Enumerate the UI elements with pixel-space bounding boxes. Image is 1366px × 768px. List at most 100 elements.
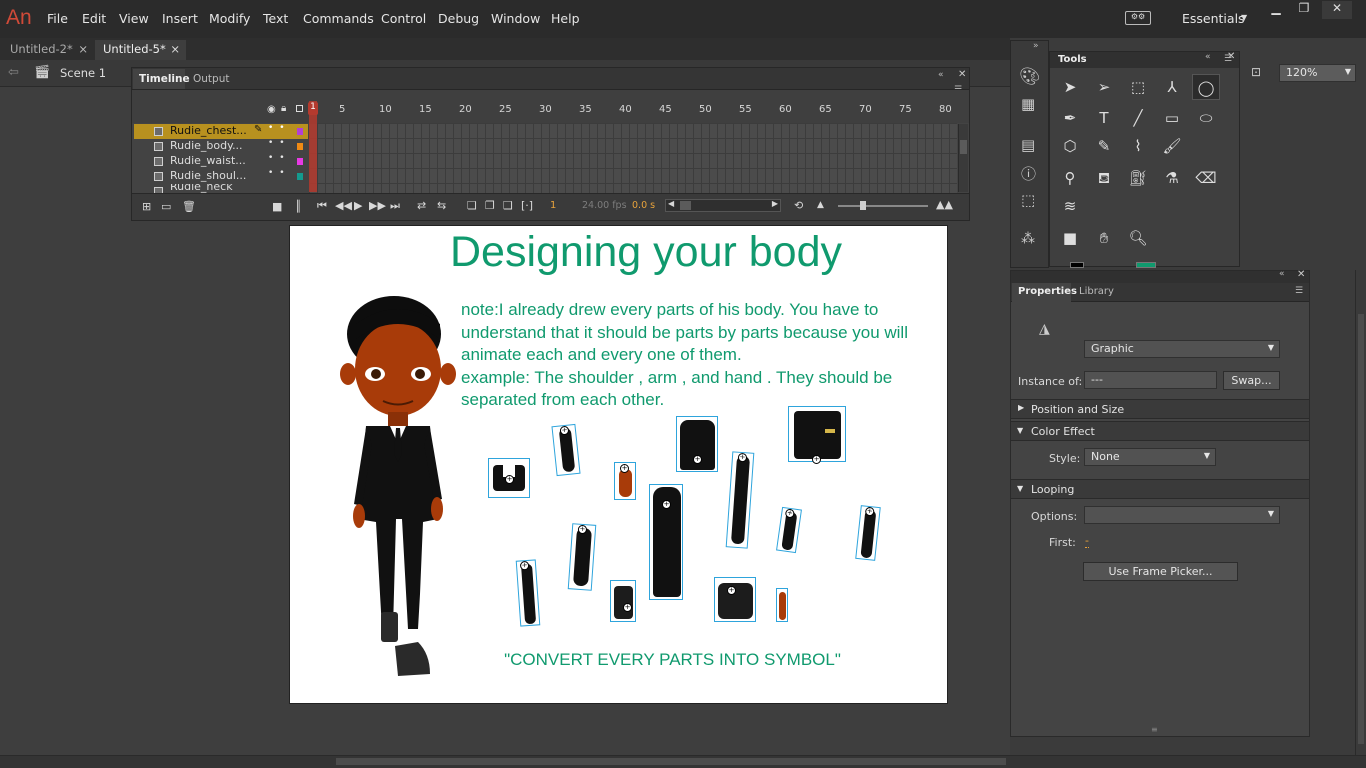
lasso-tool-icon[interactable]: ◯ <box>1192 74 1220 100</box>
scroll-thumb[interactable] <box>680 201 691 210</box>
frame-zoom-slider[interactable] <box>838 201 928 210</box>
paint-bucket-icon[interactable]: ⛾ <box>1090 165 1118 191</box>
expand-icon[interactable]: » <box>1033 41 1039 51</box>
part-torso[interactable]: + <box>676 416 718 472</box>
chevron-down-icon[interactable]: ▼ <box>1268 343 1274 352</box>
camera-tool-icon[interactable]: ■ <box>1056 225 1084 251</box>
panel-menu-icon[interactable]: ☰ <box>1295 286 1303 296</box>
color-palette-icon[interactable]: 🎨︎ <box>1019 67 1041 87</box>
layer-row-rudie-shoulder[interactable]: Rudie_shoul... •• <box>134 168 308 184</box>
scroll-right-icon[interactable]: ▶ <box>772 199 778 208</box>
slider-thumb[interactable] <box>860 201 866 210</box>
edit-multiple-icon[interactable]: ❑ <box>503 199 513 212</box>
tab-library[interactable]: Library <box>1079 286 1114 297</box>
ink-bottle-icon[interactable]: ⛽︎ <box>1124 165 1152 191</box>
new-folder-icon[interactable]: ▭ <box>161 200 171 213</box>
part-shin[interactable]: + <box>515 559 541 627</box>
timeline-scrollbar[interactable] <box>958 124 968 192</box>
small-frames-icon[interactable]: ▲ <box>817 200 824 210</box>
collapse-icon[interactable]: « <box>1205 52 1211 62</box>
components-icon[interactable]: ⁂ <box>1021 231 1035 247</box>
character-illustration[interactable] <box>338 294 458 684</box>
part-thigh[interactable]: + <box>567 523 597 591</box>
loop-icon[interactable]: ⇄ <box>417 199 426 212</box>
chevron-down-icon[interactable]: ▼ <box>1204 451 1210 460</box>
stage-canvas[interactable]: Designing your body note:I already drew … <box>289 225 948 704</box>
workspace-switcher[interactable]: Essentials <box>1182 11 1245 26</box>
scroll-thumb[interactable] <box>1358 314 1364 744</box>
menu-file[interactable]: File <box>47 11 68 26</box>
bone-tool-icon[interactable]: ⚲ <box>1056 165 1084 191</box>
layer-row-rudie-body[interactable]: Rudie_body... •• <box>134 138 308 154</box>
eraser-tool-icon[interactable]: ⌫ <box>1192 165 1220 191</box>
chevron-down-icon[interactable]: ▼ <box>1017 426 1023 435</box>
selection-tool-icon[interactable]: ➤ <box>1056 74 1084 100</box>
section-color-effect[interactable]: ▼ Color Effect <box>1011 421 1309 441</box>
polystar-tool-icon[interactable]: ⬡ <box>1056 133 1084 159</box>
menu-edit[interactable]: Edit <box>82 11 106 26</box>
swatches-icon[interactable]: ▦ <box>1021 95 1035 113</box>
camera-icon[interactable]: ■ <box>272 200 282 213</box>
part-leg[interactable]: + <box>725 451 755 549</box>
zoom-tool-icon[interactable]: 🔍︎ <box>1124 225 1152 251</box>
first-frame-icon[interactable]: ⏮ <box>317 199 327 213</box>
restore-icon[interactable]: ❐ <box>1289 1 1319 19</box>
play-icon[interactable]: ▶ <box>354 199 362 212</box>
part-upper-arm[interactable]: + <box>551 423 581 477</box>
subselection-tool-icon[interactable]: ➢ <box>1090 74 1118 100</box>
first-frame-value[interactable]: - <box>1085 534 1089 548</box>
section-looping[interactable]: ▼ Looping <box>1011 479 1309 499</box>
tab-output[interactable]: Output <box>193 73 229 85</box>
outline-icon[interactable] <box>296 105 303 112</box>
resize-grip-icon[interactable]: ≡ <box>1151 725 1158 734</box>
last-frame-icon[interactable]: ⏭ <box>390 199 400 213</box>
instance-of-field[interactable]: --- <box>1084 371 1217 389</box>
close-icon[interactable]: × <box>78 42 88 56</box>
frame-grid[interactable] <box>309 123 957 193</box>
menu-help[interactable]: Help <box>551 11 580 26</box>
pencil-tool-icon[interactable]: ✎ <box>1090 133 1118 159</box>
stroke-color-swatch[interactable] <box>1070 262 1084 268</box>
layer-visibility-dots[interactable]: •• <box>268 153 291 163</box>
new-layer-icon[interactable]: ⊞ <box>142 200 151 213</box>
layer-color-swatch[interactable] <box>297 173 303 180</box>
loop-options-dropdown[interactable]: ▼ <box>1084 506 1280 524</box>
color-style-dropdown[interactable]: None ▼ <box>1084 448 1216 466</box>
width-tool-icon[interactable]: ≋ <box>1056 193 1084 219</box>
back-arrow-icon[interactable]: ⇦ <box>8 65 19 80</box>
close-icon[interactable]: ✕ <box>1322 1 1352 19</box>
menu-text[interactable]: Text <box>263 11 288 26</box>
menu-debug[interactable]: Debug <box>438 11 479 26</box>
layer-color-swatch[interactable] <box>297 143 303 150</box>
oval-tool-icon[interactable]: ⬭ <box>1192 105 1220 131</box>
sync-icon[interactable]: ⟲ <box>794 199 803 212</box>
chevron-right-icon[interactable]: ▶ <box>1018 403 1024 412</box>
swap-button[interactable]: Swap... <box>1223 371 1280 390</box>
part-chest[interactable]: + <box>488 458 530 498</box>
time-readout[interactable]: 0.0 s <box>632 200 655 211</box>
layer-depth-icon[interactable]: ║ <box>295 200 302 213</box>
text-tool-icon[interactable]: T <box>1090 105 1118 131</box>
chevron-down-icon[interactable]: ▼ <box>1017 484 1023 493</box>
frame-ruler[interactable]: 15101520253035404550556065707580 <box>309 104 957 118</box>
tab-timeline[interactable]: Timeline <box>133 69 190 89</box>
layer-row-rudie-chest[interactable]: Rudie_chest... ✎ •• <box>134 123 308 139</box>
hand-tool-icon[interactable]: ✋︎ <box>1090 225 1118 251</box>
scroll-left-icon[interactable]: ◀ <box>668 199 674 208</box>
chevron-down-icon[interactable]: ▼ <box>1241 13 1247 22</box>
menu-control[interactable]: Control <box>381 11 426 26</box>
lock-icon[interactable]: 🔒︎ <box>281 103 286 114</box>
layer-visibility-dots[interactable]: •• <box>268 123 291 133</box>
part-waist-legs[interactable]: + <box>649 484 683 600</box>
modify-markers-icon[interactable]: [·] <box>521 199 533 212</box>
eyedropper-icon[interactable]: ⚗ <box>1158 165 1186 191</box>
delete-icon[interactable]: 🗑︎ <box>182 200 196 213</box>
scroll-thumb[interactable] <box>336 758 1006 765</box>
onion-outline-icon[interactable]: ❐ <box>485 199 495 212</box>
3d-rotation-icon[interactable]: ⅄ <box>1158 74 1186 100</box>
eye-icon[interactable]: ◉ <box>267 104 276 115</box>
paint-brush-icon[interactable]: ⌇ <box>1124 133 1152 159</box>
step-forward-icon[interactable]: ▶▶ <box>369 199 386 212</box>
workspace-vscroll[interactable] <box>1355 270 1366 755</box>
scroll-thumb[interactable] <box>960 140 967 154</box>
